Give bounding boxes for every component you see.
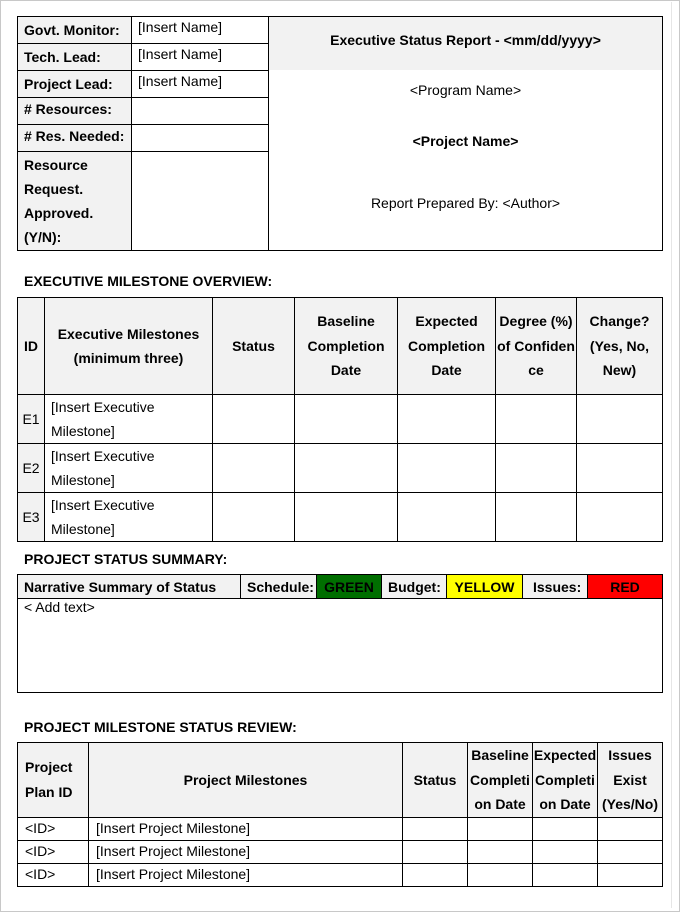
exec-milestone-table: ID Executive Milestones (minimum three) … (17, 297, 663, 542)
table-row: E3 [Insert Executive Milestone] (17, 492, 663, 542)
row-id: E3 (17, 492, 45, 542)
col-change: Change? (Yes, No, New) (576, 297, 663, 395)
table-row: <ID> [Insert Project Milestone] (17, 839, 663, 864)
milestone-review-heading: PROJECT MILESTONE STATUS REVIEW: (24, 719, 297, 735)
milestone-cell[interactable]: [Insert Project Milestone] (88, 816, 403, 841)
expected-cell[interactable] (532, 839, 598, 864)
plan-id-cell[interactable]: <ID> (17, 839, 89, 864)
expected-cell[interactable] (397, 443, 496, 493)
baseline-cell[interactable] (467, 862, 533, 887)
resource-request-field[interactable] (131, 151, 269, 251)
change-cell[interactable] (576, 443, 663, 493)
status-summary-table: Narrative Summary of Status Schedule: GR… (17, 574, 663, 693)
col-expected-date: Expected Completion Date (532, 742, 598, 818)
project-lead-label: Project Lead: (17, 70, 132, 98)
govt-monitor-field[interactable]: [Insert Name] (131, 16, 269, 44)
milestone-cell[interactable]: [Insert Executive Milestone] (44, 443, 213, 493)
res-needed-field[interactable] (131, 124, 269, 152)
baseline-cell[interactable] (467, 839, 533, 864)
confidence-cell[interactable] (495, 492, 577, 542)
row-id: E1 (17, 394, 45, 444)
issues-label: Issues: (522, 574, 588, 599)
exec-overview-heading: EXECUTIVE MILESTONE OVERVIEW: (24, 273, 273, 289)
milestone-review-table: Project Plan ID Project Milestones Statu… (17, 742, 663, 887)
baseline-cell[interactable] (467, 816, 533, 841)
status-cell[interactable] (402, 839, 468, 864)
milestone-cell[interactable]: [Insert Executive Milestone] (44, 394, 213, 444)
col-confidence: Degree (%) of Confidence (495, 297, 577, 395)
budget-label: Budget: (381, 574, 447, 599)
prepared-by[interactable]: Report Prepared By: <Author> (269, 195, 662, 211)
expected-cell[interactable] (532, 816, 598, 841)
change-cell[interactable] (576, 394, 663, 444)
report-header-table: Govt. Monitor: [Insert Name] Executive S… (17, 16, 663, 251)
col-exec-milestones: Executive Milestones (minimum three) (44, 297, 213, 395)
schedule-status-badge[interactable]: GREEN (316, 574, 382, 599)
report-title: Executive Status Report - <mm/dd/yyyy> (269, 17, 662, 70)
expected-cell[interactable] (397, 492, 496, 542)
row-id: E2 (17, 443, 45, 493)
issues-cell[interactable] (597, 862, 663, 887)
col-plan-id: Project Plan ID (17, 742, 89, 818)
tech-lead-label: Tech. Lead: (17, 43, 132, 71)
govt-monitor-label: Govt. Monitor: (17, 16, 132, 44)
col-project-milestones: Project Milestones (88, 742, 403, 818)
expected-cell[interactable] (397, 394, 496, 444)
col-expected-date: Expected Completion Date (397, 297, 496, 395)
expected-cell[interactable] (532, 862, 598, 887)
issues-cell[interactable] (597, 816, 663, 841)
table-row: <ID> [Insert Project Milestone] (17, 816, 663, 841)
resources-field[interactable] (131, 97, 269, 125)
col-status: Status (212, 297, 295, 395)
col-id: ID (17, 297, 45, 395)
col-baseline-date: Baseline Completion Date (294, 297, 398, 395)
col-issues-exist: Issues Exist (Yes/No) (597, 742, 663, 818)
title-block: Executive Status Report - <mm/dd/yyyy> <… (268, 16, 663, 251)
narrative-text-area[interactable]: < Add text> (17, 598, 663, 693)
status-cell[interactable] (402, 816, 468, 841)
status-cell[interactable] (212, 492, 295, 542)
issues-status-badge[interactable]: RED (587, 574, 663, 599)
status-cell[interactable] (212, 394, 295, 444)
resources-label: # Resources: (17, 97, 132, 125)
col-baseline-date: Baseline Completion Date (467, 742, 533, 818)
plan-id-cell[interactable]: <ID> (17, 862, 89, 887)
confidence-cell[interactable] (495, 443, 577, 493)
page-edge-rule (671, 2, 672, 908)
status-cell[interactable] (402, 862, 468, 887)
col-status: Status (402, 742, 468, 818)
issues-cell[interactable] (597, 839, 663, 864)
table-row: E1 [Insert Executive Milestone] (17, 394, 663, 444)
baseline-cell[interactable] (294, 394, 398, 444)
baseline-cell[interactable] (294, 492, 398, 542)
status-cell[interactable] (212, 443, 295, 493)
status-summary-heading: PROJECT STATUS SUMMARY: (24, 551, 228, 567)
table-row: E2 [Insert Executive Milestone] (17, 443, 663, 493)
baseline-cell[interactable] (294, 443, 398, 493)
project-name[interactable]: <Project Name> (269, 133, 662, 149)
project-lead-field[interactable]: [Insert Name] (131, 70, 269, 98)
budget-status-badge[interactable]: YELLOW (446, 574, 523, 599)
resource-request-label: Resource Request. Approved. (Y/N): (17, 151, 132, 251)
change-cell[interactable] (576, 492, 663, 542)
tech-lead-field[interactable]: [Insert Name] (131, 43, 269, 71)
program-name[interactable]: <Program Name> (269, 82, 662, 98)
milestone-cell[interactable]: [Insert Project Milestone] (88, 839, 403, 864)
res-needed-label: # Res. Needed: (17, 124, 132, 152)
plan-id-cell[interactable]: <ID> (17, 816, 89, 841)
confidence-cell[interactable] (495, 394, 577, 444)
milestone-cell[interactable]: [Insert Executive Milestone] (44, 492, 213, 542)
schedule-label: Schedule: (240, 574, 317, 599)
narrative-label: Narrative Summary of Status (17, 574, 241, 599)
table-row: <ID> [Insert Project Milestone] (17, 862, 663, 887)
milestone-cell[interactable]: [Insert Project Milestone] (88, 862, 403, 887)
